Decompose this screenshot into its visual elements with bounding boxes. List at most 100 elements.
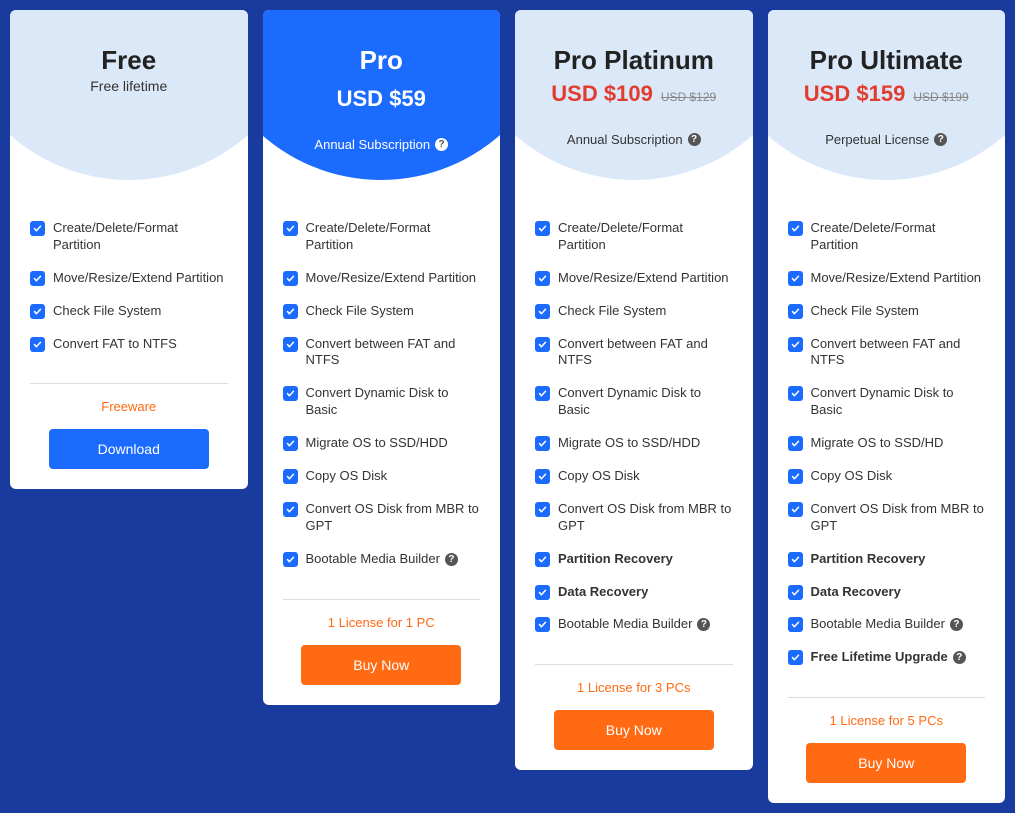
plan-card: ProUSD $59Annual Subscription? Create/Del… (263, 10, 501, 705)
feature-text-wrap: Copy OS Disk (558, 468, 640, 485)
info-icon[interactable]: ? (435, 138, 448, 151)
plan-head-content: FreeFree lifetime (10, 45, 248, 94)
info-icon[interactable]: ? (688, 133, 701, 146)
feature-text: Check File System (811, 303, 919, 320)
feature-item: Convert between FAT and NTFS (788, 336, 986, 370)
plan-head-content: ProUSD $59Annual Subscription? (263, 45, 501, 154)
feature-text-wrap: Create/Delete/Format Partition (811, 220, 986, 254)
feature-item: Copy OS Disk (788, 468, 986, 485)
divider (283, 599, 481, 600)
feature-item: Create/Delete/Format Partition (30, 220, 228, 254)
feature-text: Move/Resize/Extend Partition (53, 270, 224, 287)
info-icon[interactable]: ? (950, 618, 963, 631)
feature-item: Convert OS Disk from MBR to GPT (283, 501, 481, 535)
feature-text: Copy OS Disk (558, 468, 640, 485)
license-type: Annual Subscription? (314, 137, 448, 152)
feature-text: Convert Dynamic Disk to Basic (306, 385, 481, 419)
check-icon (30, 337, 45, 352)
feature-item: Check File System (535, 303, 733, 320)
info-icon[interactable]: ? (953, 651, 966, 664)
divider (788, 697, 986, 698)
feature-item: Convert between FAT and NTFS (283, 336, 481, 370)
feature-text-wrap: Check File System (811, 303, 919, 320)
check-icon (535, 386, 550, 401)
check-icon (788, 469, 803, 484)
check-icon (535, 552, 550, 567)
feature-text: Convert OS Disk from MBR to GPT (558, 501, 733, 535)
plan-head-content: Pro UltimateUSD $159USD $199Perpetual Li… (768, 45, 1006, 149)
plan-old-price: USD $199 (913, 90, 968, 104)
check-icon (283, 221, 298, 236)
plan-head: Pro Platinum USD $109USD $129 Annual Subsc… (515, 10, 753, 200)
feature-item: Check File System (788, 303, 986, 320)
feature-text-wrap: Convert between FAT and NTFS (811, 336, 986, 370)
feature-text-wrap: Copy OS Disk (811, 468, 893, 485)
check-icon (535, 271, 550, 286)
check-icon (788, 650, 803, 665)
feature-item: Move/Resize/Extend Partition (788, 270, 986, 287)
plan-old-price: USD $129 (661, 90, 716, 104)
feature-item: Convert between FAT and NTFS (535, 336, 733, 370)
plan-tag: 1 License for 3 PCs (515, 680, 753, 695)
buy-now-button[interactable]: Buy Now (554, 710, 714, 750)
feature-text: Copy OS Disk (306, 468, 388, 485)
buy-now-button[interactable]: Buy Now (301, 645, 461, 685)
check-icon (30, 304, 45, 319)
feature-item: Copy OS Disk (535, 468, 733, 485)
plan-tag: Freeware (10, 399, 248, 414)
feature-text: Data Recovery (811, 584, 901, 601)
feature-text: Create/Delete/Format Partition (811, 220, 986, 254)
price-line: USD $109USD $129 (515, 81, 753, 107)
feature-text-wrap: Copy OS Disk (306, 468, 388, 485)
feature-text-wrap: Move/Resize/Extend Partition (811, 270, 982, 287)
check-icon (535, 436, 550, 451)
feature-text: Check File System (558, 303, 666, 320)
feature-text: Convert between FAT and NTFS (558, 336, 733, 370)
check-icon (788, 585, 803, 600)
feature-text-wrap: Bootable Media Builder? (306, 551, 458, 568)
check-icon (535, 502, 550, 517)
check-icon (30, 221, 45, 236)
feature-item: Partition Recovery (535, 551, 733, 568)
plan-name: Pro Platinum (515, 45, 753, 76)
feature-item: Convert Dynamic Disk to Basic (283, 385, 481, 419)
info-icon[interactable]: ? (934, 133, 947, 146)
feature-text-wrap: Convert OS Disk from MBR to GPT (811, 501, 986, 535)
check-icon (283, 552, 298, 567)
feature-item: Migrate OS to SSD/HD (788, 435, 986, 452)
plan-tag: 1 License for 5 PCs (768, 713, 1006, 728)
feature-text: Move/Resize/Extend Partition (558, 270, 729, 287)
feature-text: Check File System (53, 303, 161, 320)
check-icon (283, 304, 298, 319)
license-type-text: Annual Subscription (567, 132, 683, 147)
download-button[interactable]: Download (49, 429, 209, 469)
feature-text: Convert between FAT and NTFS (811, 336, 986, 370)
feature-text: Convert Dynamic Disk to Basic (811, 385, 986, 419)
feature-item: Create/Delete/Format Partition (788, 220, 986, 254)
feature-text-wrap: Migrate OS to SSD/HDD (306, 435, 448, 452)
feature-text-wrap: Partition Recovery (558, 551, 673, 568)
feature-text-wrap: Convert Dynamic Disk to Basic (558, 385, 733, 419)
feature-item: Convert OS Disk from MBR to GPT (535, 501, 733, 535)
feature-text-wrap: Create/Delete/Format Partition (53, 220, 228, 254)
feature-text: Data Recovery (558, 584, 648, 601)
feature-item: Convert Dynamic Disk to Basic (788, 385, 986, 419)
feature-text-wrap: Bootable Media Builder? (811, 616, 963, 633)
feature-list: Create/Delete/Format Partition Move/Resiz… (515, 200, 753, 659)
feature-text-wrap: Convert OS Disk from MBR to GPT (558, 501, 733, 535)
info-icon[interactable]: ? (445, 553, 458, 566)
feature-item: Bootable Media Builder? (535, 616, 733, 633)
feature-text: Migrate OS to SSD/HDD (558, 435, 700, 452)
buy-now-button[interactable]: Buy Now (806, 743, 966, 783)
feature-text: Create/Delete/Format Partition (558, 220, 733, 254)
feature-text: Bootable Media Builder (306, 551, 440, 568)
feature-text: Create/Delete/Format Partition (306, 220, 481, 254)
plan-card: Pro Platinum USD $109USD $129 Annual Subsc… (515, 10, 753, 770)
plan-header-arc (10, 10, 248, 180)
feature-text: Convert FAT to NTFS (53, 336, 177, 353)
feature-item: Convert OS Disk from MBR to GPT (788, 501, 986, 535)
info-icon[interactable]: ? (697, 618, 710, 631)
license-type: Perpetual License? (825, 132, 947, 147)
feature-text: Copy OS Disk (811, 468, 893, 485)
feature-text: Move/Resize/Extend Partition (811, 270, 982, 287)
